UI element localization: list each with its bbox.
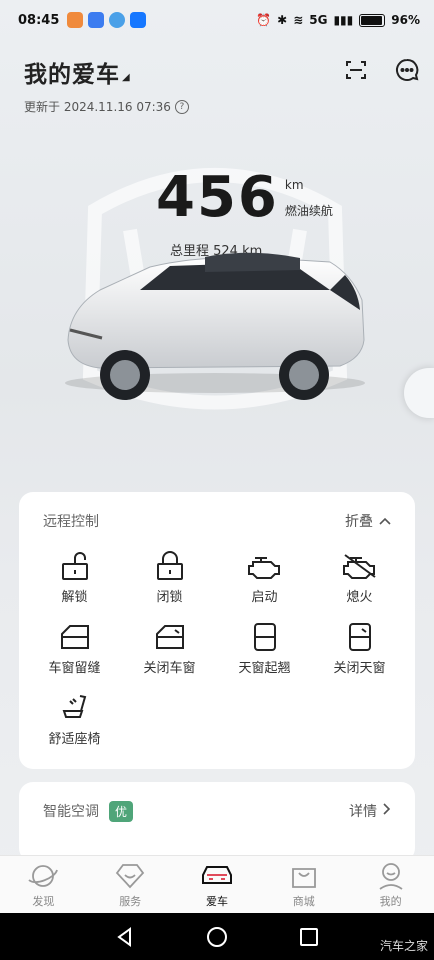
window-vent-icon [57,621,93,653]
profile-icon [379,862,403,890]
recents-icon[interactable] [299,927,319,947]
help-icon[interactable]: ? [174,99,189,114]
remote-control-title: 远程控制 [43,514,99,530]
lock-button[interactable]: 闭锁 [122,550,217,605]
home-icon[interactable] [206,926,228,948]
tab-profile[interactable]: 我的 [347,856,434,913]
engine-start-icon [247,550,283,582]
engine-start-button[interactable]: 启动 [217,550,312,605]
window-vent-button[interactable]: 车窗留缝 [27,621,122,676]
back-icon[interactable] [115,926,135,947]
car-icon [201,865,232,884]
remote-control-card: 远程控制 折叠 解锁 闭锁 启动 熄火 车窗留缝 关闭车窗 天窗起翘 关闭天窗 … [19,492,415,769]
tab-my-car[interactable]: 爱车 [174,856,261,913]
planet-icon [28,864,59,887]
vehicle-hero: 456 km 燃油续航 总里程 524 km [0,140,434,480]
message-icon[interactable] [394,57,420,87]
shopping-app-icon [67,12,84,28]
scan-icon[interactable] [344,58,368,86]
comfort-seat-button[interactable]: 舒适座椅 [27,692,122,747]
close-sunroof-button[interactable]: 关闭天窗 [312,621,407,676]
climate-title: 智能空调 [43,804,99,820]
battery-icon [359,13,386,27]
system-nav-bar [0,913,434,960]
vehicle-switch-caret-icon[interactable]: ◢ [122,72,130,83]
alipay-app-icon [130,12,147,28]
car-image [65,252,365,400]
tab-service[interactable]: 服务 [87,856,174,913]
engine-off-icon [342,550,378,582]
status-time: 08:45 [18,12,60,28]
sunroof-close-icon [342,621,378,653]
mail-app-icon [88,12,105,28]
signal-icon: ▮▮▮ [333,13,354,27]
status-bar: 08:45 ⏰ ✱ ≋ 5G ▮▮▮ 96% [0,0,434,40]
engine-off-button[interactable]: 熄火 [312,550,407,605]
air-quality-badge: 优 [109,800,134,822]
page-header: 我的爱车 ◢ [24,56,420,88]
tab-shop[interactable]: 商城 [260,856,347,913]
watermark: 汽车之家 [379,939,428,953]
browser-app-icon [109,12,126,28]
sunroof-tilt-icon [247,621,283,653]
collapse-button[interactable]: 折叠 [345,511,391,531]
wifi-icon: ≋ [293,13,304,27]
shop-icon [291,867,316,888]
seat-icon [57,692,93,724]
update-time: 更新于 2024.11.16 07:36 ? [24,98,189,115]
tab-discover[interactable]: 发现 [0,856,87,913]
unlock-icon [57,550,93,582]
chevron-up-icon [379,513,391,529]
lock-icon [152,550,188,582]
close-window-button[interactable]: 关闭车窗 [122,621,217,676]
service-icon [116,863,145,888]
smart-climate-card: 智能空调 优 详情 [19,782,415,862]
climate-details-link[interactable]: 详情 [349,801,391,821]
unlock-button[interactable]: 解锁 [27,550,122,605]
window-close-icon [152,621,188,653]
sunroof-tilt-button[interactable]: 天窗起翘 [217,621,312,676]
network-label: 5G [309,13,328,27]
alarm-icon: ⏰ [256,13,272,27]
bluetooth-icon: ✱ [277,13,288,27]
battery-percent: 96% [391,13,420,27]
page-title[interactable]: 我的爱车 [24,55,120,89]
chevron-right-icon [383,803,391,819]
bottom-tab-bar: 发现 服务 爱车 商城 我的 [0,855,434,913]
